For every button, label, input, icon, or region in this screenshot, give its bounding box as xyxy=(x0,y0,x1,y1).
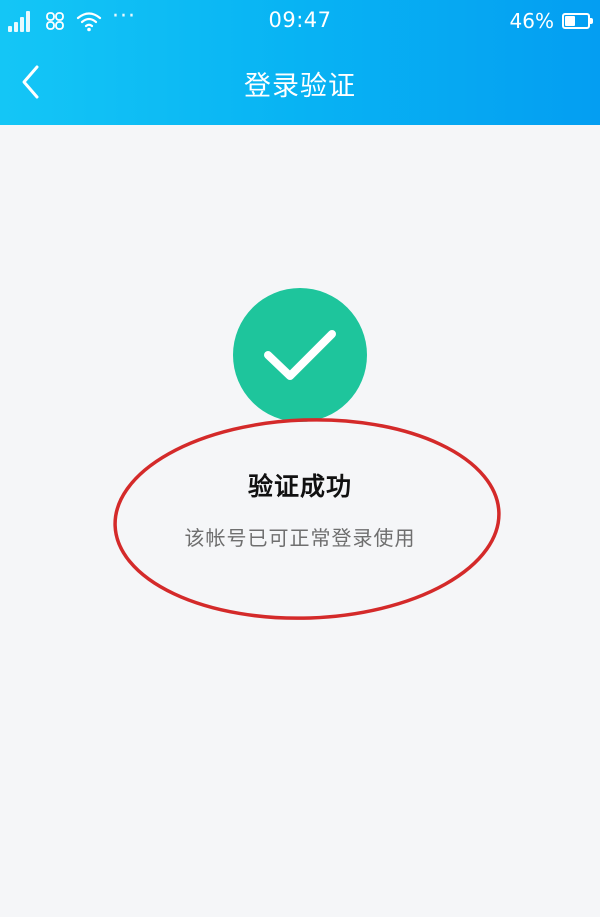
checkmark-icon xyxy=(264,330,336,380)
success-badge xyxy=(233,288,367,422)
battery-percent: 46% xyxy=(509,9,554,33)
annotation-ellipse xyxy=(113,418,501,620)
page-title: 登录验证 xyxy=(244,71,356,102)
status-right-group: 46% xyxy=(509,8,593,34)
status-bar: ··· 09:47 46% xyxy=(0,0,600,44)
battery-level-fill xyxy=(565,16,575,26)
result-title: 验证成功 xyxy=(247,472,352,501)
result-description: 该帐号已可正常登录使用 xyxy=(184,526,416,550)
header: ··· 09:47 46% 登录验证 xyxy=(0,0,600,125)
navigation-bar: 登录验证 xyxy=(0,44,600,125)
battery-icon xyxy=(562,13,593,29)
